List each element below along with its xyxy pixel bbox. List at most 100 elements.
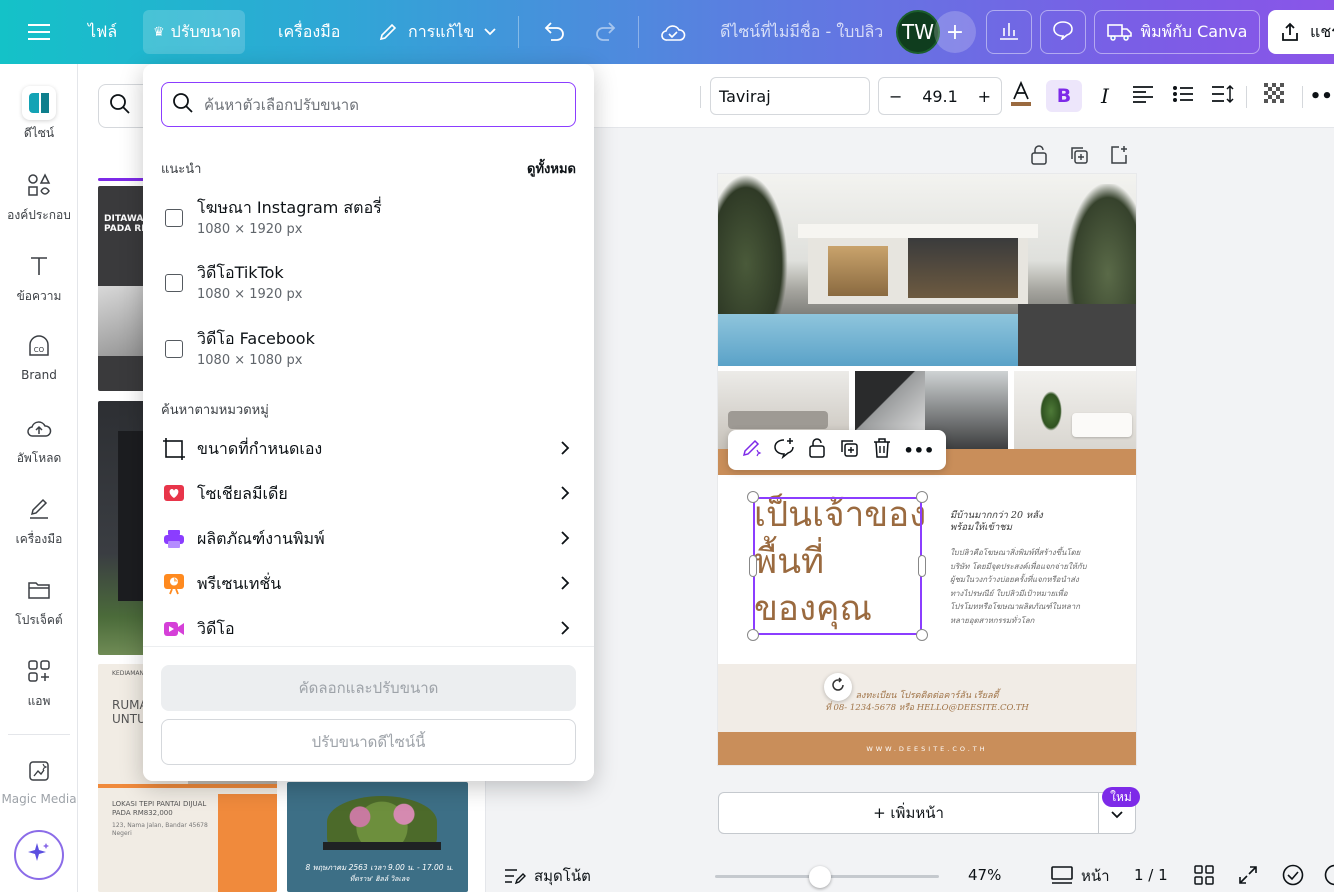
cloud-save-button[interactable]	[650, 10, 696, 54]
resize-handle[interactable]	[918, 555, 926, 577]
selection-box[interactable]	[753, 497, 922, 635]
category-custom-size[interactable]: ขนาดที่กำหนดเอง	[161, 429, 576, 469]
search-icon	[109, 93, 131, 119]
side-body: ใบปลิวคือโฆษณาสิ่งพิมพ์ที่สร้างขึ้นโดยบร…	[950, 548, 1087, 625]
rail-label-projects: โปรเจ็คต์	[15, 613, 63, 627]
editing-menu[interactable]: การแก้ไข	[368, 10, 506, 54]
tools-menu-label: เครื่องมือ	[278, 21, 341, 41]
category-videos[interactable]: วิดีโอ	[161, 609, 576, 649]
rotate-handle[interactable]	[824, 673, 852, 701]
rail-item-magic-media[interactable]: Magic Media	[0, 754, 78, 806]
font-size-stepper[interactable]: − 49.1 +	[878, 77, 1002, 115]
rail-item-design[interactable]: ดีไซน์	[0, 86, 78, 143]
font-family-select[interactable]: Taviraj	[710, 77, 870, 115]
print-with-canva-button[interactable]: พิมพ์กับ Canva	[1094, 10, 1260, 54]
lock-icon[interactable]	[807, 437, 827, 463]
resize-handle[interactable]	[916, 629, 928, 641]
category-print-products[interactable]: ผลิตภัณฑ์งานพิมพ์	[161, 519, 576, 559]
rail-item-text[interactable]: ข้อความ	[0, 249, 78, 306]
tools-menu[interactable]: เครื่องมือ	[268, 10, 350, 54]
rail-item-projects[interactable]: โปรเจ็คต์	[0, 573, 78, 630]
zoom-percentage[interactable]: 47%	[968, 866, 1001, 884]
notes-button[interactable]: สมุดโน้ต	[504, 864, 591, 888]
copy-and-resize-button[interactable]: คัดลอกและปรับขนาด	[161, 665, 576, 711]
list-button[interactable]	[1168, 80, 1198, 112]
check-button[interactable]	[1282, 864, 1304, 890]
resize-menu[interactable]: ♛ ปรับขนาด	[143, 10, 245, 54]
fullscreen-button[interactable]	[1238, 865, 1258, 889]
rail-item-apps[interactable]: แอพ	[0, 654, 78, 711]
suggestion-checkbox[interactable]	[165, 274, 183, 292]
undo-button[interactable]	[532, 10, 576, 54]
add-page-icon[interactable]	[1106, 142, 1132, 168]
insights-button[interactable]	[986, 10, 1032, 54]
share-button[interactable]: แชร์	[1268, 10, 1334, 54]
zoom-slider-thumb[interactable]	[809, 866, 832, 888]
rail-item-brand[interactable]: CO Brand	[0, 330, 78, 382]
suggestion-item[interactable]: วิดีโอ Facebook 1080 × 1080 px	[165, 327, 575, 377]
category-social-media[interactable]: โซเชียลมีเดีย	[161, 474, 576, 514]
suggestion-size: 1080 × 1080 px	[197, 353, 303, 368]
resize-handle[interactable]	[747, 629, 759, 641]
resize-search-input[interactable]	[204, 95, 564, 114]
trash-icon[interactable]	[872, 437, 892, 463]
resize-handle[interactable]	[916, 491, 928, 503]
suggestion-checkbox[interactable]	[165, 209, 183, 227]
bold-button[interactable]: B	[1046, 80, 1082, 112]
template-thumbnail[interactable]: 8 พฤษภาคม 2563 เวลา 9.00 น. - 17.00 น. ท…	[287, 782, 468, 892]
rail-item-upload[interactable]: อัพโหลด	[0, 411, 78, 468]
more-options-button[interactable]: •••	[1310, 80, 1334, 112]
increase-font-size-button[interactable]: +	[978, 87, 991, 106]
rail-label-draw: เครื่องมือ	[15, 532, 63, 546]
more-horizontal-icon[interactable]: •••	[904, 441, 935, 460]
resize-search-box[interactable]	[161, 82, 576, 127]
duplicate-page-icon[interactable]	[1066, 142, 1092, 168]
help-button[interactable]	[1324, 864, 1334, 890]
file-menu[interactable]: ไฟล์	[78, 10, 127, 54]
divider	[1302, 86, 1303, 108]
pages-button[interactable]: หน้า	[1051, 864, 1110, 888]
duplicate-icon[interactable]	[838, 437, 860, 463]
rail-item-elements[interactable]: องค์ประกอบ	[0, 168, 78, 225]
thumbnail-caption: 8 พฤษภาคม 2563 เวลา 9.00 น. - 17.00 น.	[305, 863, 454, 872]
magic-assistant-button[interactable]	[14, 830, 64, 880]
resize-this-design-button[interactable]: ปรับขนาดดีไซน์นี้	[161, 719, 576, 765]
see-all-link[interactable]: ดูทั้งหมด	[527, 158, 576, 179]
invite-button[interactable]: +	[934, 11, 976, 53]
comments-button[interactable]	[1040, 10, 1086, 54]
decrease-font-size-button[interactable]: −	[889, 87, 902, 106]
suggestion-item[interactable]: วิดีโอTikTok 1080 × 1920 px	[165, 261, 575, 311]
magic-edit-icon[interactable]	[740, 437, 762, 463]
resize-handle[interactable]	[749, 555, 757, 577]
category-presentations[interactable]: พรีเซนเทชั่น	[161, 564, 576, 604]
suggestion-checkbox[interactable]	[165, 340, 183, 358]
spacing-button[interactable]	[1208, 80, 1238, 112]
grid-view-button[interactable]	[1194, 865, 1214, 889]
check-circle-icon	[1282, 864, 1304, 890]
align-button[interactable]	[1128, 80, 1158, 112]
transparency-button[interactable]	[1260, 80, 1290, 112]
chevron-down-icon	[484, 28, 496, 36]
suggestion-item[interactable]: โฆษณา Instagram สตอรี่ 1080 × 1920 px	[165, 196, 575, 246]
hero-image	[718, 174, 1136, 366]
font-size-value[interactable]: 49.1	[922, 87, 958, 106]
suggestion-name: วิดีโอ Facebook	[197, 329, 315, 348]
document-title[interactable]: ดีไซน์ที่ไม่มีชื่อ - ใบปลิว	[710, 10, 884, 54]
presentation-icon	[161, 571, 187, 597]
plant	[1040, 391, 1062, 431]
copy-and-resize-label: คัดลอกและปรับขนาด	[298, 679, 439, 697]
editing-menu-label: การแก้ไข	[408, 21, 475, 41]
apps-icon	[22, 654, 56, 688]
add-page-button[interactable]: + เพิ่มหน้า	[719, 793, 1099, 833]
lock-icon[interactable]	[1026, 142, 1052, 168]
redo-button[interactable]	[584, 10, 628, 54]
add-comment-icon[interactable]	[773, 437, 795, 463]
suggested-heading: แนะนำ	[161, 162, 202, 177]
text-color-button[interactable]	[1006, 80, 1036, 112]
italic-button[interactable]: I	[1090, 80, 1120, 112]
rail-item-draw[interactable]: เครื่องมือ	[0, 492, 78, 549]
house-window	[908, 238, 1018, 298]
zoom-slider[interactable]	[715, 866, 939, 888]
hamburger-menu-button[interactable]	[18, 10, 60, 54]
resize-handle[interactable]	[747, 491, 759, 503]
